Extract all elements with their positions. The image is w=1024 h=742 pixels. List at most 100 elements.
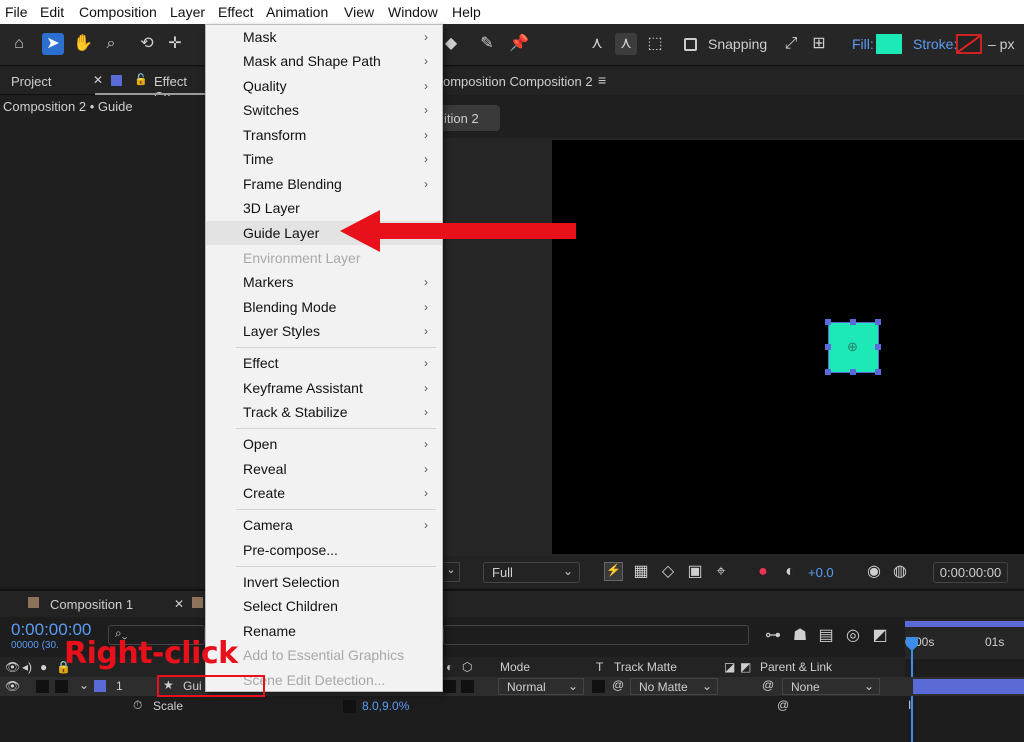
stroke-swatch[interactable]: [956, 34, 982, 54]
axis-view-icon[interactable]: ⬚: [644, 33, 666, 55]
menu-view[interactable]: View: [344, 4, 374, 20]
switch-toggle[interactable]: [461, 680, 474, 693]
puppet-pin-icon[interactable]: 📌: [508, 33, 530, 55]
parent-dropdown[interactable]: None ⌄: [782, 678, 880, 695]
menu-item-time[interactable]: Time ›: [206, 147, 442, 171]
shape-handle[interactable]: [875, 344, 881, 350]
eraser-tool-icon[interactable]: ◆: [440, 33, 462, 55]
resolution-dropdown[interactable]: Full ⌄: [483, 562, 580, 583]
close-icon[interactable]: ✕: [93, 73, 103, 87]
adjustment-layer-icon[interactable]: ◐: [446, 660, 453, 674]
shape-handle[interactable]: [825, 369, 831, 375]
layer-duration-bar[interactable]: [913, 679, 1024, 694]
hand-tool-icon[interactable]: ✋: [72, 33, 94, 55]
expression-pickwhip-icon[interactable]: @: [777, 698, 789, 712]
comp-flowchart-icon[interactable]: ⊶: [762, 625, 784, 647]
menu-item-blending-mode[interactable]: Blending Mode ›: [206, 295, 442, 319]
snap-grid-icon[interactable]: ⊞: [808, 33, 830, 55]
color-management-icon[interactable]: ◐: [779, 561, 801, 583]
snapshot-icon[interactable]: ◉: [863, 561, 885, 583]
property-toggle[interactable]: [343, 700, 356, 713]
viewer-timecode[interactable]: 0:00:00:00: [933, 562, 1008, 583]
comp-canvas[interactable]: ⊕: [552, 140, 1024, 554]
magnification-dropdown-icon[interactable]: ⌄: [443, 562, 460, 582]
shy-layers-icon[interactable]: ☗: [789, 625, 811, 647]
lock-icon[interactable]: 🔓: [134, 73, 148, 86]
switch-toggle[interactable]: [443, 680, 456, 693]
shape-handle[interactable]: [850, 319, 856, 325]
menu-item-pre-compose[interactable]: Pre-compose...: [206, 538, 442, 562]
mode-column-header[interactable]: Mode: [500, 660, 530, 674]
tab-project[interactable]: Project: [11, 74, 51, 89]
matte-icon[interactable]: ◪: [724, 660, 735, 674]
show-snapshot-icon[interactable]: ◍: [889, 561, 911, 583]
table-row[interactable]: 👁 ⌄ 1 ★ Gui Normal ⌄ @ No Matte ⌄ @ None…: [0, 677, 1024, 696]
zoom-tool-icon[interactable]: ⌕: [100, 33, 122, 55]
menu-item-transform[interactable]: Transform ›: [206, 123, 442, 147]
exposure-value[interactable]: +0.0: [808, 565, 834, 580]
roto-brush-icon[interactable]: ✎: [476, 33, 498, 55]
menu-item-track-stabilize[interactable]: Track & Stabilize ›: [206, 400, 442, 424]
menu-item-rename[interactable]: Rename: [206, 619, 442, 643]
menu-file[interactable]: File: [5, 4, 28, 20]
fill-swatch[interactable]: [876, 34, 902, 54]
menu-item-invert-selection[interactable]: Invert Selection: [206, 570, 442, 594]
blend-mode-dropdown[interactable]: Normal ⌄: [498, 678, 584, 695]
menu-layer[interactable]: Layer: [170, 4, 205, 20]
menu-item-reveal[interactable]: Reveal ›: [206, 457, 442, 481]
guides-grid-icon[interactable]: ⌖: [710, 561, 732, 583]
shape-handle[interactable]: [875, 369, 881, 375]
menu-item-keyframe-assistant[interactable]: Keyframe Assistant ›: [206, 376, 442, 400]
frame-blending-icon[interactable]: ▤: [815, 625, 837, 647]
motion-blur-icon[interactable]: ◎: [842, 625, 864, 647]
shape-handle[interactable]: [850, 369, 856, 375]
mask-visibility-icon[interactable]: ◇: [657, 561, 679, 583]
tab-composition[interactable]: omposition Composition 2: [443, 74, 593, 89]
eye-icon[interactable]: 👁: [5, 660, 20, 674]
menu-composition[interactable]: Composition: [79, 4, 157, 20]
label-color-icon[interactable]: [94, 680, 106, 692]
snapping-checkbox[interactable]: [684, 38, 697, 51]
menu-item-layer-styles[interactable]: Layer Styles ›: [206, 319, 442, 343]
channel-icon[interactable]: ●: [752, 561, 774, 583]
fast-preview-icon[interactable]: ⚡: [604, 562, 623, 581]
menu-window[interactable]: Window: [388, 4, 438, 20]
menu-item-mask[interactable]: Mask ›: [206, 25, 442, 49]
3d-layer-icon[interactable]: ⬡: [462, 660, 472, 674]
eye-icon[interactable]: 👁: [5, 679, 20, 693]
graph-editor-icon[interactable]: ◩: [869, 625, 891, 647]
time-ruler[interactable]: 0:00s 01s: [905, 619, 1024, 659]
shape-handle[interactable]: [825, 319, 831, 325]
panel-menu-icon[interactable]: ≡: [598, 72, 606, 88]
solo-icon[interactable]: ●: [40, 660, 47, 674]
track-matte-column-header[interactable]: Track Matte: [614, 660, 677, 674]
axis-world-icon[interactable]: ⋏: [615, 33, 637, 55]
menu-item-select-children[interactable]: Select Children: [206, 594, 442, 618]
axis-local-icon[interactable]: ⋏: [586, 33, 608, 55]
menu-item-mask-shape-path[interactable]: Mask and Shape Path ›: [206, 49, 442, 73]
pan-tool-icon[interactable]: ✛: [164, 33, 186, 55]
menu-item-markers[interactable]: Markers ›: [206, 270, 442, 294]
anchor-point-icon[interactable]: ⊕: [847, 339, 858, 355]
menu-item-frame-blending[interactable]: Frame Blending ›: [206, 172, 442, 196]
work-area-bar[interactable]: [905, 621, 1024, 627]
timeline-search-input[interactable]: [443, 625, 749, 645]
menu-item-effect[interactable]: Effect ›: [206, 351, 442, 375]
menu-item-camera[interactable]: Camera ›: [206, 513, 442, 537]
track-matte-dropdown[interactable]: No Matte ⌄: [630, 678, 718, 695]
shape-handle[interactable]: [825, 344, 831, 350]
shape-handle[interactable]: [875, 319, 881, 325]
menu-item-create[interactable]: Create ›: [206, 481, 442, 505]
menu-effect[interactable]: Effect: [218, 4, 254, 20]
menu-edit[interactable]: Edit: [40, 4, 64, 20]
matte-invert-icon[interactable]: ◩: [740, 660, 751, 674]
menu-item-open[interactable]: Open ›: [206, 432, 442, 456]
audio-toggle[interactable]: [36, 680, 49, 693]
menu-animation[interactable]: Animation: [266, 4, 328, 20]
parent-link-column-header[interactable]: Parent & Link: [760, 660, 832, 674]
snap-edges-icon[interactable]: ⤢: [780, 33, 802, 55]
tab-timeline-composition[interactable]: Composition 1: [50, 597, 133, 612]
menu-item-quality[interactable]: Quality ›: [206, 74, 442, 98]
stopwatch-icon[interactable]: ⏱: [133, 698, 142, 713]
close-icon[interactable]: ✕: [174, 597, 184, 611]
